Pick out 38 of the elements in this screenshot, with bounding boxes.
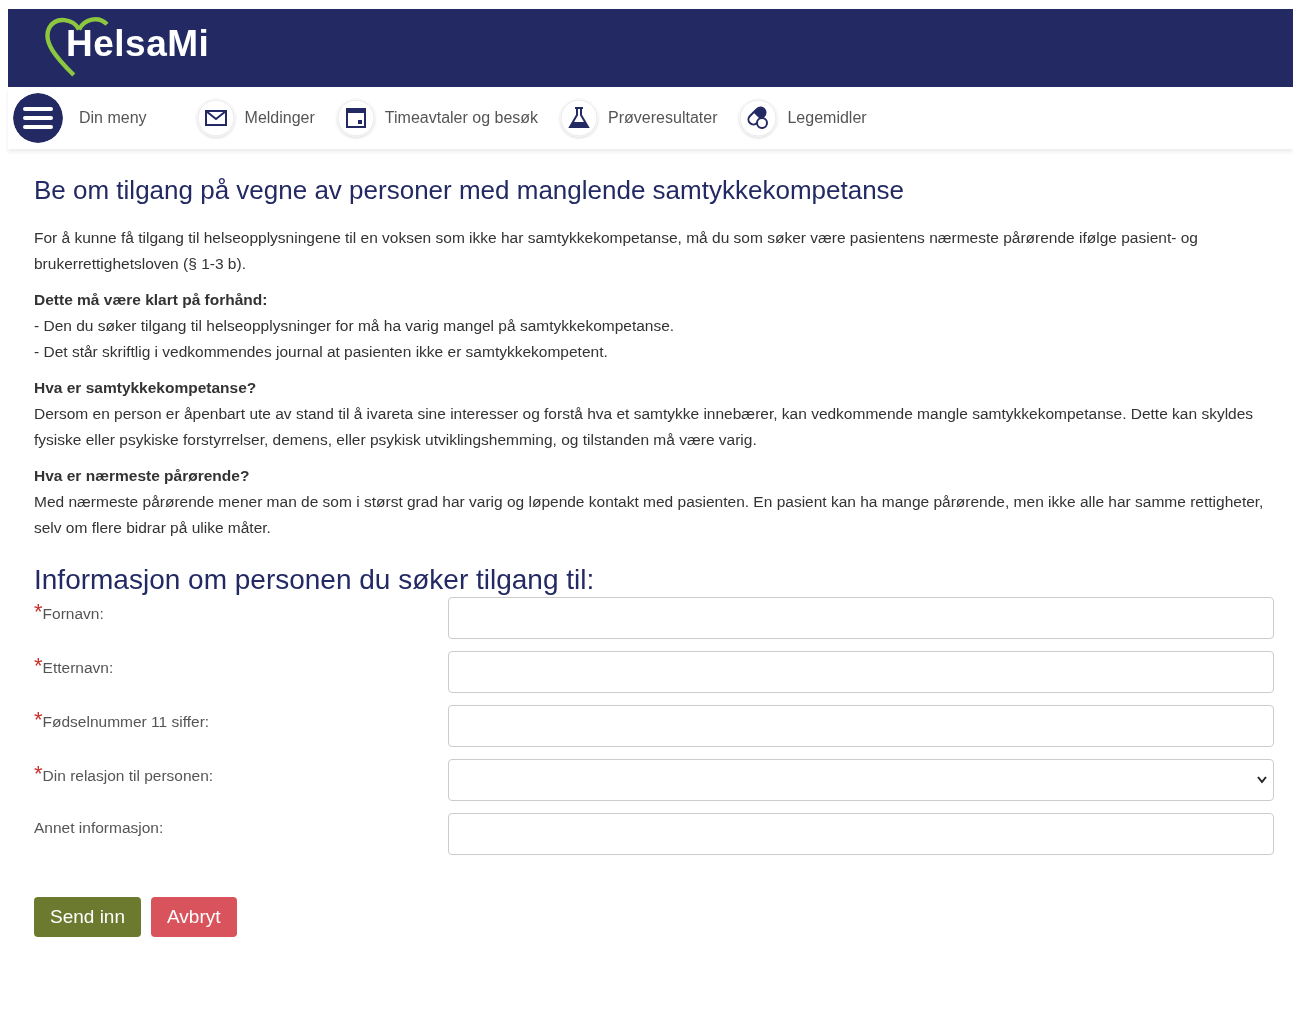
section-heading: Dette må være klart på forhånd: [34,290,269,310]
form-heading: Informasjon om personen du søker tilgang til: [34,567,596,593]
logo-text: HelsaMi [66,23,210,65]
page-title: Be om tilgang på vegne av personer med manglende samtykkekompetanse [34,177,906,203]
section-text: Med nærmeste pårørende mener man de som i størst grad har varig og løpende kontakt med pasienten. En pasient kan ha mange pårørende, men ikke alle har samme rettigheter, selv om flere bidrar på ulike måter. [34,492,1265,538]
field-label: Annet informasjon: [34,818,164,838]
input-field[interactable] [448,813,1274,855]
required-mark: * [34,761,43,787]
section-text: - Den du søker tilgang til helseopplysninger for må ha varig mangel på samtykkekompetanse. [34,316,676,336]
field-label: Fornavn: [42,605,104,624]
pill-icon [739,99,778,137]
nav-link[interactable]: Legemidler [739,99,867,137]
nav-link[interactable]: Meldinger [196,99,315,137]
section-heading: Hva er nærmeste pårørende? [34,466,251,486]
input-field[interactable] [448,705,1274,747]
input-field[interactable] [448,597,1274,639]
envelope-icon [196,99,235,137]
dropdown-field[interactable] [448,759,1274,801]
required-mark: * [34,653,43,679]
nav-link[interactable]: Prøveresultater [560,99,718,137]
submit-button[interactable]: Send inn [34,897,141,937]
required-mark: * [34,707,43,733]
field-label: Etternavn: [42,659,114,678]
nav-link[interactable]: Timeavtaler og besøk [336,99,539,137]
chevron-icon [1257,776,1267,784]
section-text: Dersom en person er åpenbart ute av stand til å ivareta sine interesser og forstå hva et samtykke innebærer, kan vedkommende mangle samtykkekompetanse. Dette kan skyldes fysiske eller psykiske forstyrrelser, demens, eller psykisk utviklingshemming, og tilstanden må være varig. [34,404,1255,450]
section-heading: Hva er samtykkekompetanse? [34,378,258,398]
section-text: - Det står skriftlig i vedkommendes journal at pasienten ikke er samtykkekompetent. [34,342,609,362]
field-label: Din relasjon til personen: [42,767,214,786]
cancel-button[interactable]: Avbryt [151,897,237,937]
field-label: Fødselnummer 11 siffer: [42,713,210,732]
required-mark: * [34,599,43,625]
flask-icon [560,99,599,137]
nav-link[interactable]: Din meny [13,93,147,143]
calendar-icon [336,99,375,137]
input-field[interactable] [448,651,1274,693]
menu-icon [13,93,63,143]
intro-paragraph: For å kunne få tilgang til helseopplysningene til en voksen som ikke har samtykkekompetanse, må du som søker være pasientens nærmeste pårørende ifølge pasient- og brukerrettighetsloven (§ 1-3 b). [34,228,1199,274]
